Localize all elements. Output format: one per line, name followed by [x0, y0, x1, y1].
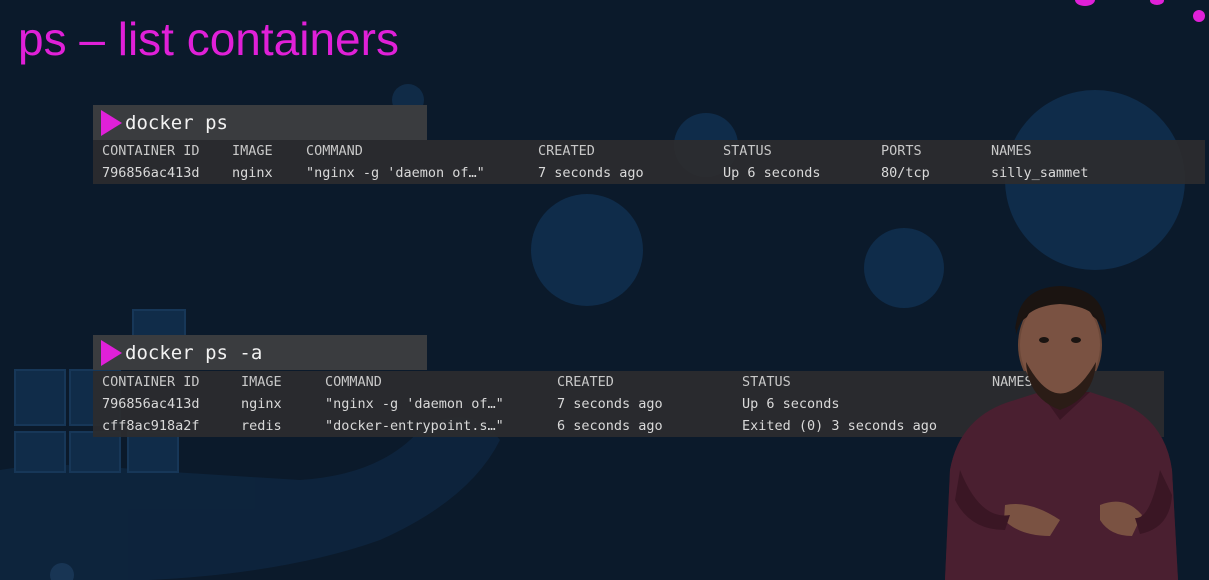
- header-command: COMMAND: [325, 374, 382, 390]
- header-container-id: CONTAINER ID: [102, 143, 200, 159]
- cell-image: nginx: [241, 396, 282, 412]
- cell-image: nginx: [232, 165, 273, 181]
- prompt-arrow-icon: [101, 339, 122, 366]
- cell-container-id: cff8ac918a2f: [102, 418, 200, 434]
- cell-names: silly_sammet: [991, 165, 1089, 181]
- slide-title: ps – list containers: [18, 13, 399, 65]
- cell-status: Exited (0) 3 seconds ago: [742, 418, 938, 434]
- header-created: CREATED: [557, 374, 614, 390]
- table-row: 796856ac413d nginx "nginx -g 'daemon of……: [93, 162, 1205, 184]
- header-command: COMMAND: [306, 143, 363, 159]
- header-container-id: CONTAINER ID: [102, 374, 200, 390]
- terminal-output-docker-ps: CONTAINER ID IMAGE COMMAND CREATED STATU…: [93, 140, 1205, 184]
- cell-created: 7 seconds ago: [557, 396, 663, 412]
- prompt-arrow-icon: [101, 109, 122, 136]
- presenter-overlay: [945, 286, 1178, 580]
- cell-container-id: 796856ac413d: [102, 396, 200, 412]
- cell-container-id: 796856ac413d: [102, 165, 200, 181]
- command-text: docker ps -a: [125, 341, 263, 364]
- cell-created: 6 seconds ago: [557, 418, 663, 434]
- command-bar-docker-ps: docker ps: [93, 105, 427, 140]
- cell-command: "docker-entrypoint.s…": [325, 418, 504, 434]
- header-image: IMAGE: [241, 374, 282, 390]
- cell-command: "nginx -g 'daemon of…": [325, 396, 504, 412]
- cell-command: "nginx -g 'daemon of…": [306, 165, 485, 181]
- cell-status: Up 6 seconds: [723, 165, 821, 181]
- decorative-dot: [1193, 10, 1205, 22]
- header-status: STATUS: [742, 374, 791, 390]
- header-created: CREATED: [538, 143, 595, 159]
- command-bar-docker-ps-a: docker ps -a: [93, 335, 427, 370]
- cell-created: 7 seconds ago: [538, 165, 644, 181]
- header-names: NAMES: [991, 143, 1032, 159]
- table-header-row: CONTAINER ID IMAGE COMMAND CREATED STATU…: [93, 140, 1205, 162]
- header-ports: PORTS: [881, 143, 922, 159]
- header-status: STATUS: [723, 143, 772, 159]
- header-image: IMAGE: [232, 143, 273, 159]
- command-text: docker ps: [125, 111, 228, 134]
- cell-status: Up 6 seconds: [742, 396, 840, 412]
- cell-ports: 80/tcp: [881, 165, 930, 181]
- cell-image: redis: [241, 418, 282, 434]
